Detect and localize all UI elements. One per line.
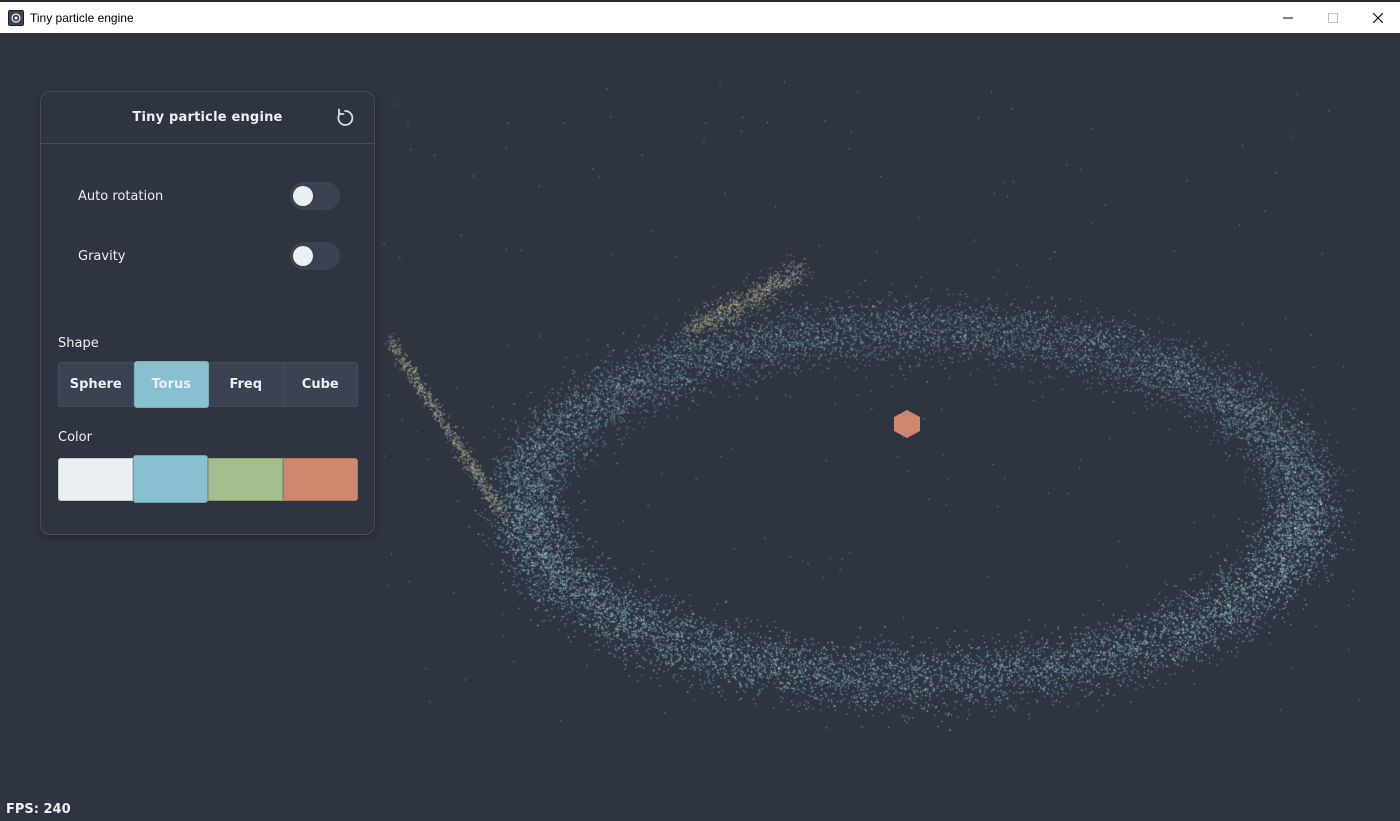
color-swatch-blue[interactable] [133, 455, 208, 503]
close-button[interactable] [1355, 2, 1400, 33]
emitter-hexagon [894, 410, 920, 438]
color-swatch-orange[interactable] [283, 458, 358, 501]
color-swatch-white[interactable] [58, 458, 133, 501]
minimize-icon [1282, 17, 1293, 18]
shape-option-torus[interactable]: Torus [133, 361, 209, 408]
toggle-knob [293, 186, 313, 206]
control-panel: Tiny particle engine Auto rotation Gravi… [40, 91, 375, 535]
color-swatch-green[interactable] [208, 458, 283, 501]
panel-header: Tiny particle engine [41, 92, 374, 144]
gravity-toggle[interactable] [290, 242, 340, 270]
minimize-button[interactable] [1265, 2, 1310, 33]
toggle-knob [293, 246, 313, 266]
maximize-button[interactable] [1310, 2, 1355, 33]
maximize-icon [1327, 12, 1338, 23]
shape-option-freq[interactable]: Freq [209, 363, 284, 406]
auto-rotation-toggle[interactable] [290, 182, 340, 210]
color-selector [58, 455, 358, 503]
color-label: Color [58, 430, 92, 445]
close-icon [1372, 12, 1383, 23]
shape-option-sphere[interactable]: Sphere [59, 363, 134, 406]
shape-selector: Sphere Torus Freq Cube [58, 361, 358, 408]
gravity-label: Gravity [78, 248, 126, 264]
shape-label: Shape [58, 336, 99, 351]
window-titlebar: Tiny particle engine [0, 0, 1400, 33]
auto-rotation-label: Auto rotation [78, 188, 164, 204]
window-title: Tiny particle engine [30, 10, 134, 25]
panel-title: Tiny particle engine [132, 110, 283, 125]
auto-rotation-row: Auto rotation [78, 181, 340, 211]
fps-counter: FPS: 240 [6, 802, 71, 817]
shape-option-cube[interactable]: Cube [284, 363, 358, 406]
refresh-icon[interactable] [334, 107, 356, 129]
gravity-row: Gravity [78, 241, 340, 271]
app-icon [8, 9, 24, 26]
window-controls [1265, 2, 1400, 33]
